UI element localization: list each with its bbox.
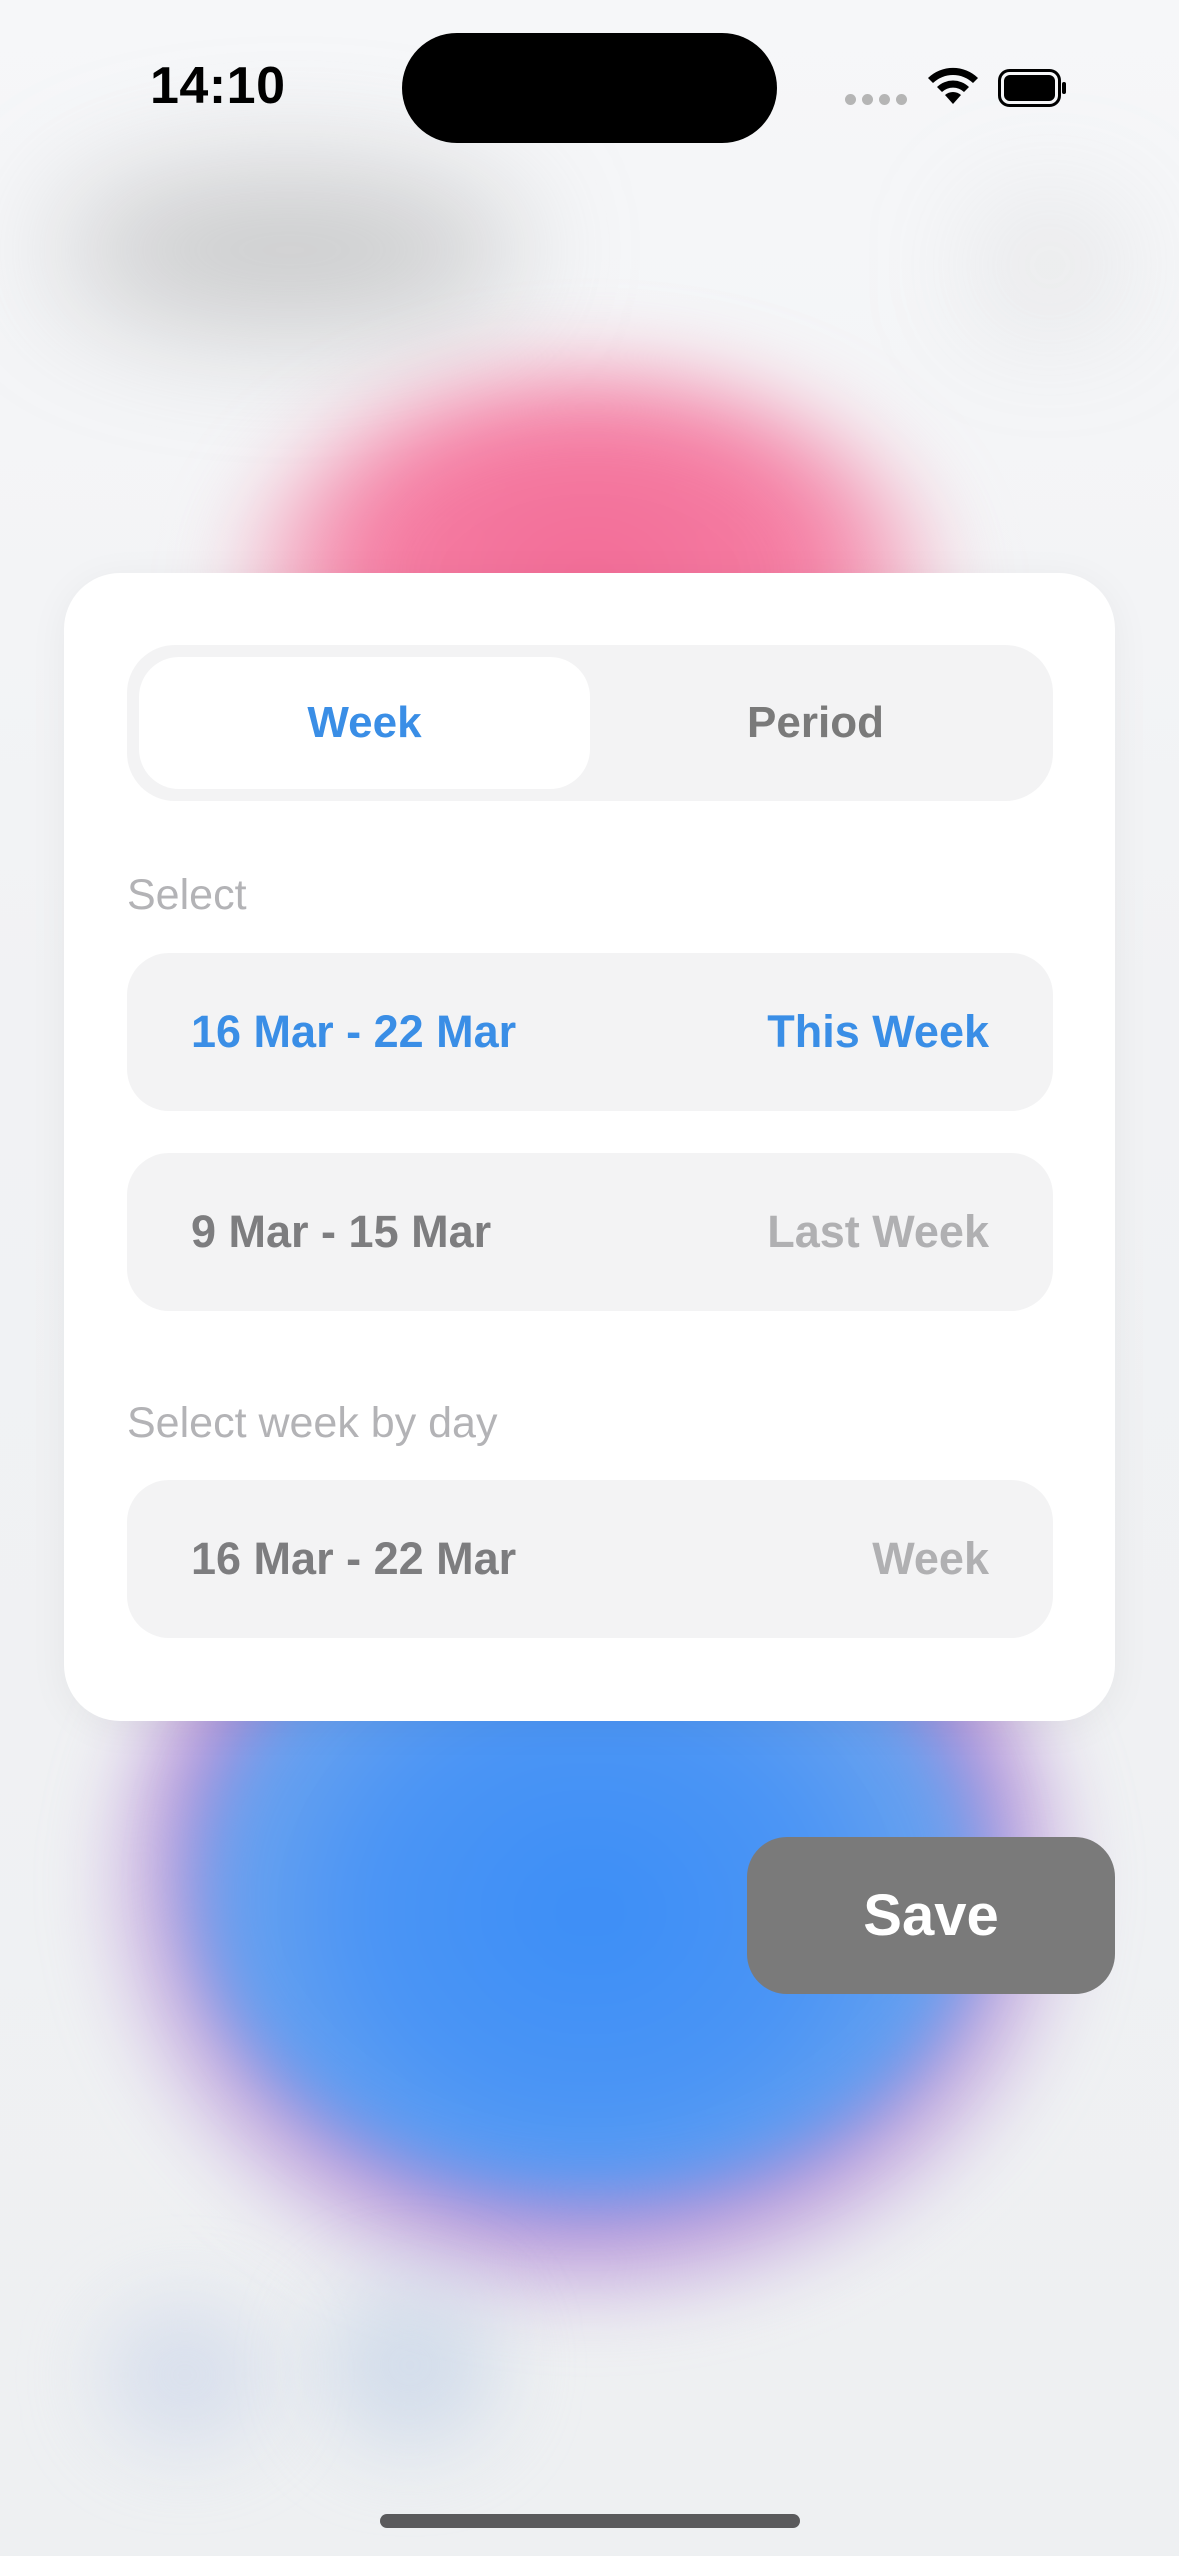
- period-type-segmented-control: Week Period: [127, 645, 1053, 801]
- week-option-this-week[interactable]: 16 Mar - 22 Mar This Week: [127, 953, 1053, 1111]
- battery-icon: [998, 69, 1066, 107]
- week-tag-label: Week: [872, 1533, 989, 1584]
- select-by-day-section-label: Select week by day: [127, 1399, 498, 1447]
- signal-dots-icon: [845, 94, 907, 105]
- week-picker-card: Week Period Select 16 Mar - 22 Mar This …: [64, 573, 1115, 1721]
- save-button[interactable]: Save: [747, 1837, 1115, 1994]
- background-blur-shape: [100, 2300, 270, 2450]
- week-option-last-week[interactable]: 9 Mar - 15 Mar Last Week: [127, 1153, 1053, 1311]
- background-blur-shape: [60, 170, 520, 330]
- background-blur-shape: [980, 210, 1120, 320]
- week-tag-label: This Week: [767, 1006, 989, 1057]
- screen: 14:10 Week Period Select 16 Mar - 22 Mar…: [0, 0, 1179, 2556]
- status-time: 14:10: [150, 57, 286, 115]
- background-blur-shape: [320, 2280, 500, 2450]
- week-range-label: 16 Mar - 22 Mar: [191, 1006, 517, 1057]
- week-by-day-picker[interactable]: 16 Mar - 22 Mar Week: [127, 1480, 1053, 1638]
- week-range-label: 9 Mar - 15 Mar: [191, 1206, 492, 1257]
- segment-week[interactable]: Week: [139, 657, 590, 789]
- week-range-label: 16 Mar - 22 Mar: [191, 1533, 517, 1584]
- home-indicator[interactable]: [380, 2514, 800, 2528]
- dynamic-island: [402, 33, 777, 143]
- status-bar: 14:10: [0, 0, 1179, 150]
- wifi-icon: [928, 67, 978, 104]
- select-section-label: Select: [127, 871, 247, 919]
- segment-period[interactable]: Period: [590, 657, 1041, 789]
- week-tag-label: Last Week: [767, 1206, 989, 1257]
